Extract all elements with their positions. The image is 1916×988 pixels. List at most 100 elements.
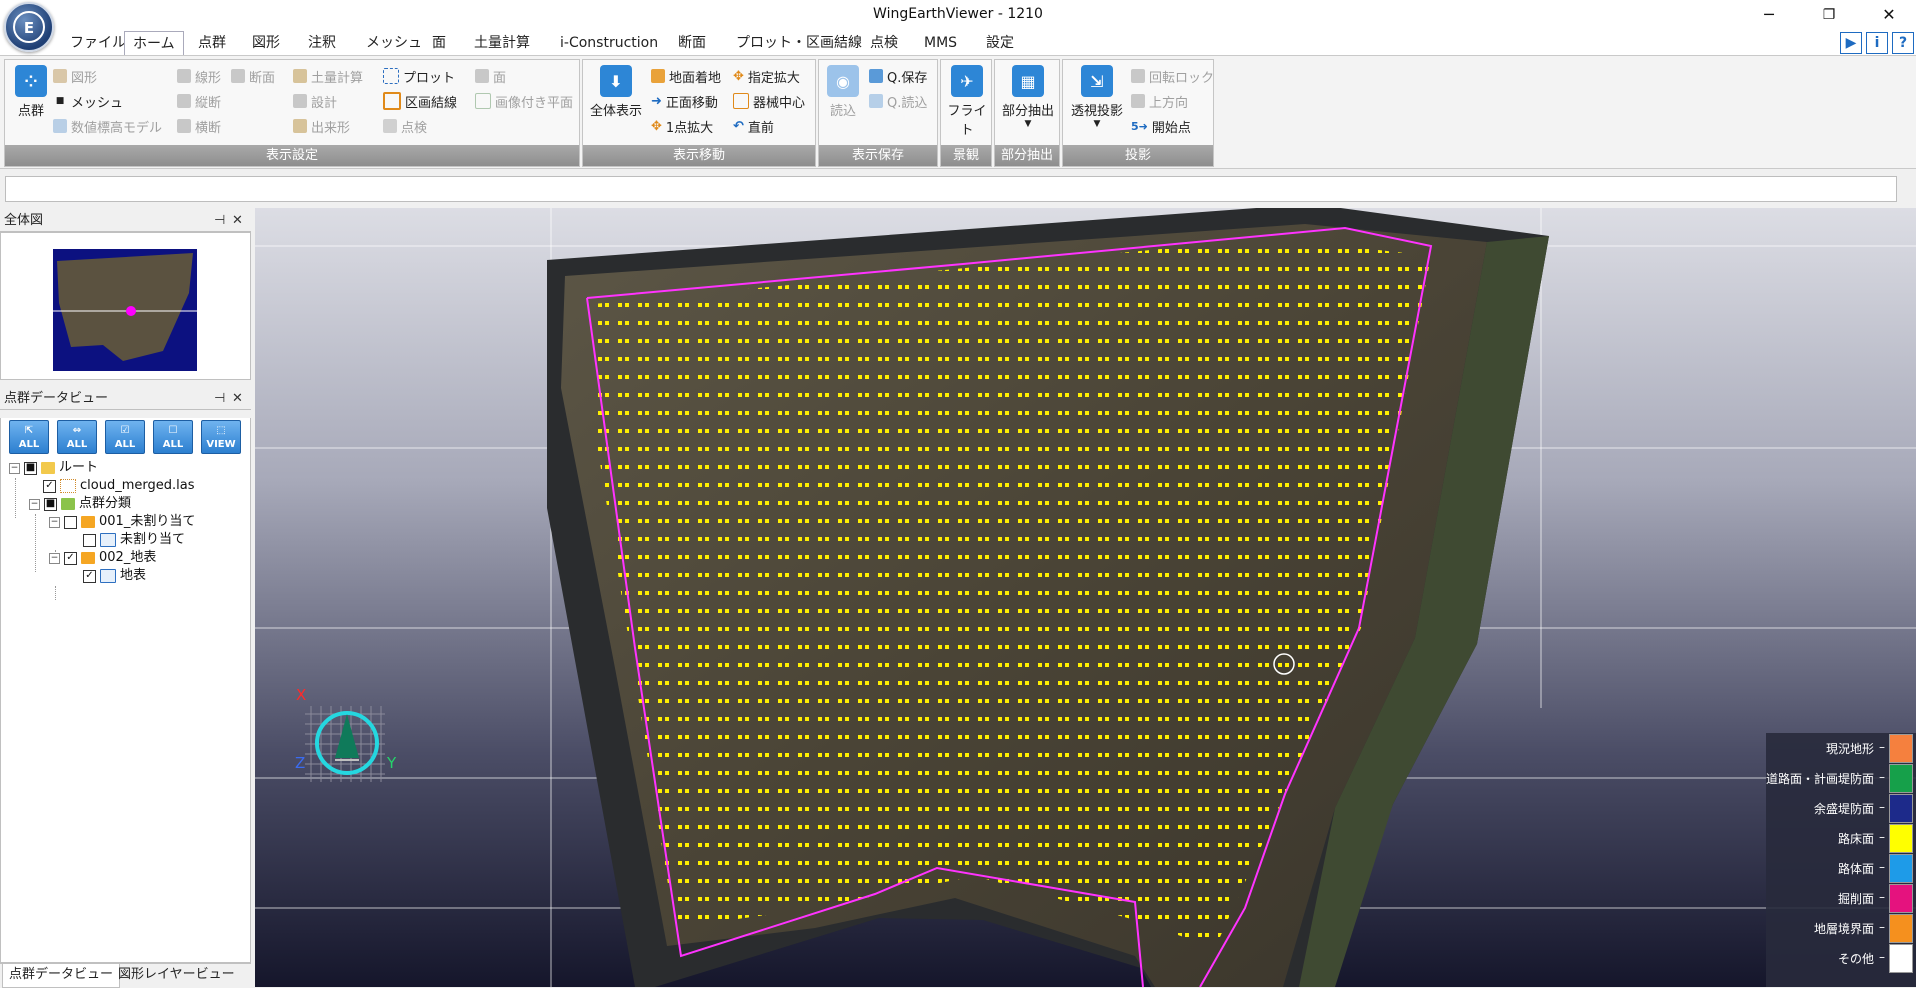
group-label: 景観 xyxy=(941,145,991,166)
collapse-icon[interactable]: − xyxy=(29,498,40,510)
root-checkbox[interactable]: ■ xyxy=(24,461,37,475)
legend-swatch xyxy=(1889,734,1913,763)
tab-pointcloud[interactable]: 点群 xyxy=(190,33,234,55)
figure-toggle[interactable]: 図形 xyxy=(53,66,97,86)
tree-item-class1-child[interactable]: 未割り当て xyxy=(83,530,185,550)
perspective-projection-button[interactable]: ⇲ 透視投影 ▼ xyxy=(1067,65,1127,129)
app-logo-icon[interactable]: E xyxy=(4,2,54,52)
tab-annotation[interactable]: 注釈 xyxy=(300,33,344,55)
legend-swatch xyxy=(1889,764,1913,793)
info-icon[interactable]: i xyxy=(1866,32,1888,54)
section-toggle[interactable]: 断面 xyxy=(231,66,275,86)
view-button[interactable]: ⬚ VIEW xyxy=(201,420,241,454)
specified-zoom-button[interactable]: ✥ 指定拡大 xyxy=(733,66,800,86)
minimize-button[interactable]: ─ xyxy=(1746,0,1792,29)
tab-surface[interactable]: 面 xyxy=(424,33,454,55)
tree-item-class1[interactable]: − 001_未割り当て xyxy=(49,512,195,532)
class2-checkbox[interactable]: ✓ xyxy=(64,551,77,565)
tab-cloud-data-view[interactable]: 点群データビュー xyxy=(2,964,121,988)
uncheck-all-button[interactable]: ☐ ALL xyxy=(153,420,193,454)
class2-child-checkbox[interactable]: ✓ xyxy=(83,569,96,583)
rotate-lock-button[interactable]: 回転ロック xyxy=(1131,66,1214,86)
class1-child-checkbox[interactable] xyxy=(83,533,96,547)
tab-plot-parcel[interactable]: プロット・区画結線 xyxy=(728,33,870,55)
parcel-toggle[interactable]: 区画結線 xyxy=(383,91,457,111)
surface-toggle[interactable]: 面 xyxy=(475,66,506,86)
restore-button[interactable]: ❐ xyxy=(1806,0,1852,29)
quick-load-button[interactable]: Q.読込 xyxy=(869,91,927,111)
tree-item-root[interactable]: − ■ ルート xyxy=(9,458,98,478)
quick-save-button[interactable]: Q.保存 xyxy=(869,66,927,86)
start-point-button[interactable]: 5➜ 開始点 xyxy=(1131,116,1191,136)
title-bar: WingEarthViewer - 1210 ─ ❐ ✕ xyxy=(0,0,1916,29)
close-button[interactable]: ✕ xyxy=(1866,0,1912,29)
tree-item-classification[interactable]: − ■ 点群分類 xyxy=(29,494,131,514)
tab-figure[interactable]: 図形 xyxy=(244,33,288,55)
previous-view-button[interactable]: ↶ 直前 xyxy=(733,116,774,136)
up-direction-button[interactable]: 上方向 xyxy=(1131,91,1188,111)
instrument-center-button[interactable]: 器械中心 xyxy=(733,91,805,111)
close-icon[interactable]: ✕ xyxy=(232,388,243,410)
tree-item-file[interactable]: ✓ cloud_merged.las xyxy=(43,476,194,496)
check-all-button[interactable]: ☑ ALL xyxy=(105,420,145,454)
tab-settings[interactable]: 設定 xyxy=(978,33,1022,55)
tree-item-class2[interactable]: − ✓ 002_地表 xyxy=(49,548,156,568)
pin-icon[interactable]: ⊣ xyxy=(214,210,225,232)
one-point-zoom-button[interactable]: ✥ 1点拡大 xyxy=(651,116,713,136)
close-icon[interactable]: ✕ xyxy=(232,210,243,232)
axis-x-label: X xyxy=(296,686,307,704)
load-view-button[interactable]: ◉ 読込 xyxy=(825,65,861,119)
collapse-icon[interactable]: − xyxy=(49,516,60,528)
airplane-icon: ✈ xyxy=(951,65,983,97)
asbuilt-toggle[interactable]: 出来形 xyxy=(293,116,350,136)
command-input[interactable] xyxy=(5,176,1897,202)
file-checkbox[interactable]: ✓ xyxy=(43,479,56,493)
tab-section[interactable]: 断面 xyxy=(670,33,714,55)
earthwork-toggle[interactable]: 土量計算 xyxy=(293,66,363,86)
mesh-toggle[interactable]: ■ メッシュ xyxy=(53,91,123,111)
class1-checkbox[interactable] xyxy=(64,515,77,529)
design-icon xyxy=(293,94,307,108)
plot-toggle[interactable]: プロット xyxy=(383,66,455,86)
expand-all-button[interactable]: ⇔ ALL xyxy=(57,420,97,454)
tab-home[interactable]: ホーム xyxy=(124,31,184,56)
tab-inspect[interactable]: 点検 xyxy=(862,33,906,55)
import-all-button[interactable]: ⇱ ALL xyxy=(9,420,49,454)
tab-figure-layer-view[interactable]: 図形レイヤービュー xyxy=(112,964,241,987)
polyline-toggle[interactable]: 線形 xyxy=(177,66,221,86)
3d-viewport[interactable]: X Z Y 現況地形 – 道路面・計画堤防面 – 余盛堤防面 – 路床面 – 路体面 – … xyxy=(255,208,1916,987)
class-folder-icon xyxy=(81,516,95,528)
image-plane-toggle[interactable]: 画像付き平面 xyxy=(475,91,573,111)
design-toggle[interactable]: 設計 xyxy=(293,91,337,111)
cross-toggle[interactable]: 横断 xyxy=(177,116,221,136)
tab-i-construction[interactable]: i-Construction xyxy=(552,33,666,55)
tab-mms[interactable]: MMS xyxy=(916,33,965,55)
collapse-icon[interactable]: − xyxy=(49,552,60,564)
tree-item-class2-child[interactable]: ✓ 地表 xyxy=(83,566,146,586)
play-icon[interactable]: ▶ xyxy=(1840,32,1862,54)
flight-button[interactable]: ✈ フライト xyxy=(945,65,989,138)
grid-icon xyxy=(100,569,116,583)
tab-mesh[interactable]: メッシュ xyxy=(358,33,430,55)
collapse-icon[interactable]: − xyxy=(9,462,20,474)
partial-extract-button[interactable]: ▦ 部分抽出 ▼ xyxy=(999,65,1057,129)
longitudinal-icon xyxy=(177,94,191,108)
cloud-toolbar: ⇱ ALL ⇔ ALL ☑ ALL ☐ ALL ⬚ VIEW xyxy=(0,418,251,458)
tab-earthwork[interactable]: 土量計算 xyxy=(466,33,538,55)
overview-map[interactable] xyxy=(0,232,251,380)
legend-item: 道路面・計画堤防面 – xyxy=(1756,763,1916,793)
pin-icon[interactable]: ⊣ xyxy=(214,388,225,410)
fit-all-button[interactable]: ⬇ 全体表示 xyxy=(587,65,645,119)
classification-checkbox[interactable]: ■ xyxy=(44,497,57,511)
chevron-down-icon: ▼ xyxy=(1024,119,1032,129)
load-icon xyxy=(869,94,883,108)
help-icon[interactable]: ? xyxy=(1892,32,1914,54)
plot-icon xyxy=(383,68,399,84)
longitudinal-toggle[interactable]: 縦断 xyxy=(177,91,221,111)
dem-toggle[interactable]: 数値標高モデル xyxy=(53,116,162,136)
legend-item: 余盛堤防面 – xyxy=(1756,793,1916,823)
ground-landing-button[interactable]: 地面着地 xyxy=(651,66,721,86)
front-move-button[interactable]: ➜ 正面移動 xyxy=(651,91,718,111)
pointcloud-big-button[interactable]: ⁘ 点群 xyxy=(11,65,51,119)
inspect-toggle[interactable]: 点検 xyxy=(383,116,427,136)
